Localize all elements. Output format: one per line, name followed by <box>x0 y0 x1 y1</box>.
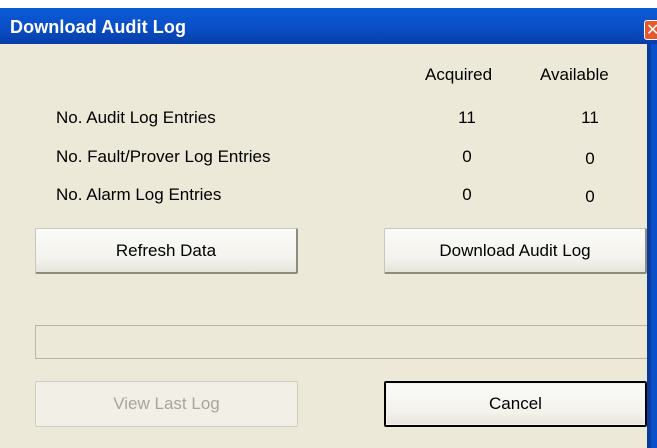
view-last-log-button: View Last Log <box>35 381 298 427</box>
fault-prover-available-value: 0 <box>585 149 595 168</box>
progress-bar <box>35 325 648 359</box>
alarm-available-value: 0 <box>585 187 595 206</box>
dialog-window: Download Audit Log ✕ Acquired Available … <box>0 0 657 448</box>
close-button[interactable]: ✕ <box>644 20 657 40</box>
cancel-button[interactable]: Cancel <box>384 381 647 427</box>
window-frame-right-inner <box>647 44 651 448</box>
column-header-acquired: Acquired <box>425 65 493 84</box>
alarm-acquired-value: 0 <box>462 185 472 204</box>
title-bar[interactable]: Download Audit Log ✕ <box>0 8 657 44</box>
row-label-audit: No. Audit Log Entries <box>56 108 216 127</box>
dialog-body: Acquired Available No. Audit Log Entries… <box>0 44 648 448</box>
refresh-data-button[interactable]: Refresh Data <box>35 228 298 274</box>
column-header-available: Available <box>540 65 609 84</box>
download-audit-log-button[interactable]: Download Audit Log <box>384 228 647 274</box>
window-title: Download Audit Log <box>10 17 187 37</box>
audit-acquired-value: 11 <box>458 108 476 127</box>
row-label-alarm: No. Alarm Log Entries <box>56 185 222 204</box>
audit-available-value: 11 <box>581 108 599 127</box>
fault-prover-acquired-value: 0 <box>462 147 472 166</box>
close-icon: ✕ <box>646 21 657 39</box>
row-label-fault-prover: No. Fault/Prover Log Entries <box>56 147 271 166</box>
